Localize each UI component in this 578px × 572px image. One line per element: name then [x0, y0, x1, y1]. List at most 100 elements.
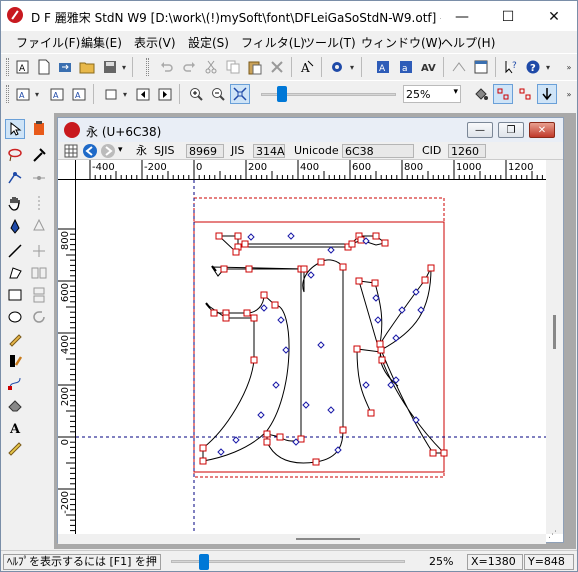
unicode-field[interactable]: 6C38	[342, 144, 414, 158]
measure-tool-icon[interactable]	[5, 439, 25, 459]
save-dropdown-icon[interactable]: ▾	[120, 57, 128, 77]
add-point-icon[interactable]	[29, 217, 49, 237]
context-help-icon[interactable]: ?	[501, 57, 521, 77]
glyph-minimize-button[interactable]: —	[467, 122, 493, 138]
pencil-tool-icon[interactable]	[5, 329, 25, 349]
menu-window[interactable]: ウィンドウ(W)	[361, 34, 442, 51]
toolbar-grip[interactable]	[6, 58, 9, 76]
hand-pan-icon[interactable]	[5, 193, 25, 213]
sjis-field[interactable]: 8969	[186, 144, 224, 158]
glyph-window-titlebar[interactable]: 永 (U+6C38) — ❐ ✕	[58, 118, 563, 142]
copy-icon[interactable]	[223, 57, 243, 77]
close-button[interactable]: ✕	[531, 2, 577, 31]
history-dropdown-icon[interactable]: ▾	[118, 145, 123, 155]
eyedropper-icon[interactable]	[29, 145, 49, 165]
lasso-select-icon[interactable]	[5, 168, 25, 188]
zoom-in-icon[interactable]	[186, 84, 206, 104]
toolbar-overflow-icon[interactable]: »	[565, 84, 573, 104]
zoom-out-icon[interactable]	[208, 84, 228, 104]
help-dropdown-icon[interactable]: ▾	[544, 57, 552, 77]
chevron-down-icon[interactable]: ▾	[453, 87, 458, 97]
glyph-info-icon[interactable]: A	[297, 57, 317, 77]
import-icon[interactable]	[55, 57, 75, 77]
paint-bucket-icon[interactable]	[471, 84, 491, 104]
line-tool-icon[interactable]	[5, 241, 25, 261]
previous-glyph-icon[interactable]	[133, 84, 153, 104]
title-bar[interactable]: D F 麗雅宋 StdN W9 [D:\work\(!)mySoft\font\…	[1, 1, 577, 31]
menu-file[interactable]: ファイル(F)	[16, 34, 80, 51]
show-direction-icon[interactable]	[537, 84, 557, 104]
horizontal-scrollbar[interactable]	[58, 534, 546, 544]
minimize-button[interactable]: —	[439, 2, 485, 31]
select-arrow-icon[interactable]	[5, 119, 25, 139]
rotate-tool-icon[interactable]	[29, 241, 49, 261]
next-glyph-icon[interactable]	[155, 84, 175, 104]
preview-window-icon[interactable]	[471, 57, 491, 77]
show-handles-icon[interactable]	[515, 84, 535, 104]
settings-gear-icon[interactable]	[327, 57, 347, 77]
node-edit-icon[interactable]	[5, 373, 25, 393]
maximize-button[interactable]: ☐	[485, 2, 531, 31]
font-properties-icon[interactable]: A	[373, 57, 393, 77]
undo-icon[interactable]	[157, 57, 177, 77]
zoom-slider-thumb[interactable]	[277, 86, 288, 102]
open-folder-icon[interactable]	[77, 57, 97, 77]
forward-arrow-icon[interactable]	[100, 143, 116, 159]
toolbar-overflow-icon[interactable]: »	[565, 57, 573, 77]
glyph-canvas[interactable]	[76, 180, 546, 534]
next-glyph-list-icon[interactable]: A	[69, 84, 89, 104]
help-icon[interactable]: ?	[523, 57, 543, 77]
back-arrow-icon[interactable]	[82, 143, 98, 159]
settings-dropdown-icon[interactable]: ▾	[348, 57, 356, 77]
zoom-combobox[interactable]: 25% ▾	[403, 85, 461, 103]
grid-view-icon[interactable]	[64, 144, 78, 158]
kerning-icon[interactable]: AV	[419, 57, 439, 77]
polygon-tool-icon[interactable]	[5, 263, 25, 283]
vertical-scrollbar[interactable]	[546, 160, 563, 534]
prev-glyph-list-icon[interactable]: A	[47, 84, 67, 104]
menu-filter[interactable]: フィルタ(L)	[241, 34, 305, 51]
glyph-restore-button[interactable]: ❐	[498, 122, 524, 138]
glyph-box-dropdown-icon[interactable]: ▾	[121, 84, 129, 104]
rectangle-tool-icon[interactable]	[5, 285, 25, 305]
horizontal-scroll-thumb[interactable]	[296, 538, 360, 540]
status-zoom-slider-thumb[interactable]	[199, 554, 210, 570]
show-glyph-list-icon[interactable]: A	[13, 84, 33, 104]
menu-edit[interactable]: 編集(E)	[81, 34, 122, 51]
toolbar-grip[interactable]	[6, 85, 9, 103]
pen-tool-icon[interactable]	[5, 217, 25, 237]
glyph-list-dropdown-icon[interactable]: ▾	[33, 84, 41, 104]
straighten-tool-icon[interactable]	[29, 193, 49, 213]
menu-help[interactable]: ヘルプ(H)	[441, 34, 495, 51]
cut-icon[interactable]	[201, 57, 221, 77]
resize-grip-icon[interactable]: ⋰	[548, 530, 562, 542]
lasso-icon[interactable]	[5, 145, 25, 165]
rotate-arrow-icon[interactable]	[29, 307, 49, 327]
flip-vertical-icon[interactable]	[29, 285, 49, 305]
redo-icon[interactable]	[179, 57, 199, 77]
save-icon[interactable]	[100, 57, 120, 77]
glyph-box-icon[interactable]	[101, 84, 121, 104]
paste-icon[interactable]	[245, 57, 265, 77]
brush-tool-icon[interactable]	[5, 351, 25, 371]
vertical-scroll-thumb[interactable]	[553, 315, 556, 349]
delete-icon[interactable]	[267, 57, 287, 77]
menu-view[interactable]: 表示(V)	[134, 34, 176, 51]
flip-horizontal-icon[interactable]	[29, 263, 49, 283]
new-file-icon[interactable]	[34, 57, 54, 77]
menu-tools[interactable]: ツール(T)	[303, 34, 356, 51]
glyph-close-button[interactable]: ✕	[529, 122, 555, 138]
jis-field[interactable]: 314A	[253, 144, 285, 158]
smooth-tool-icon[interactable]	[29, 168, 49, 188]
menu-settings[interactable]: 設定(S)	[188, 34, 229, 51]
zoom-fit-icon[interactable]	[230, 84, 250, 104]
new-font-icon[interactable]: A	[13, 57, 33, 77]
ellipse-tool-icon[interactable]	[5, 307, 25, 327]
font-info-icon[interactable]: a	[396, 57, 416, 77]
eraser-tool-icon[interactable]	[5, 395, 25, 415]
hinting-icon[interactable]	[449, 57, 469, 77]
fill-color-icon[interactable]	[29, 119, 49, 139]
show-points-icon[interactable]	[493, 84, 513, 104]
toolbar-grip-2[interactable]	[137, 57, 157, 77]
text-tool-icon[interactable]: A	[5, 417, 25, 437]
